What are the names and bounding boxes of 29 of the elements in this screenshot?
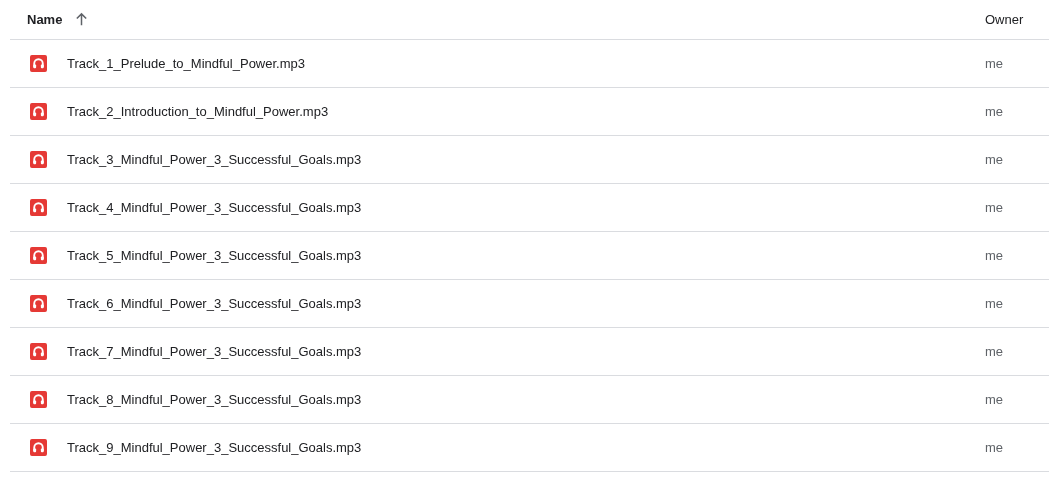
owner-text: me	[985, 56, 1005, 71]
owner-text: me	[985, 440, 1005, 455]
file-name[interactable]: Track_6_Mindful_Power_3_Successful_Goals.mp3	[67, 296, 362, 311]
audio-file-icon	[30, 439, 47, 456]
owner-text: me	[985, 344, 1005, 359]
audio-file-icon	[30, 103, 47, 120]
audio-file-icon	[30, 295, 47, 312]
audio-file-icon	[30, 247, 47, 264]
audio-file-icon	[30, 151, 47, 168]
audio-file-icon	[30, 55, 47, 72]
file-name[interactable]: Track_5_Mindful_Power_3_Successful_Goals.mp3	[67, 248, 362, 263]
file-name[interactable]: Track_4_Mindful_Power_3_Successful_Goals.mp3	[67, 200, 362, 215]
column-header[interactable]: Owner	[985, 12, 1049, 27]
owner-text: me	[985, 152, 1005, 167]
owner-text: me	[985, 200, 1005, 215]
audio-file-icon	[30, 343, 47, 360]
file-name[interactable]: Track_2_Introduction_to_Mindful_Power.mp3	[67, 104, 329, 119]
owner-text: me	[985, 104, 1005, 119]
audio-file-icon	[30, 391, 47, 408]
owner-text: me	[985, 392, 1005, 407]
file-name[interactable]: Track_9_Mindful_Power_3_Successful_Goals.mp3	[67, 440, 362, 455]
file-name[interactable]: Track_3_Mindful_Power_3_Successful_Goals.mp3	[67, 152, 362, 167]
file-name[interactable]: Track_8_Mindful_Power_3_Successful_Goals.mp3	[67, 392, 362, 407]
column-header[interactable]: Name	[27, 12, 63, 27]
owner-text: me	[985, 248, 1005, 263]
audio-file-icon	[30, 199, 47, 216]
file-name[interactable]: Track_1_Prelude_to_Mindful_Power.mp3	[67, 56, 305, 71]
file-name[interactable]: Track_7_Mindful_Power_3_Successful_Goals.mp3	[67, 344, 362, 359]
owner-text: me	[985, 296, 1005, 311]
